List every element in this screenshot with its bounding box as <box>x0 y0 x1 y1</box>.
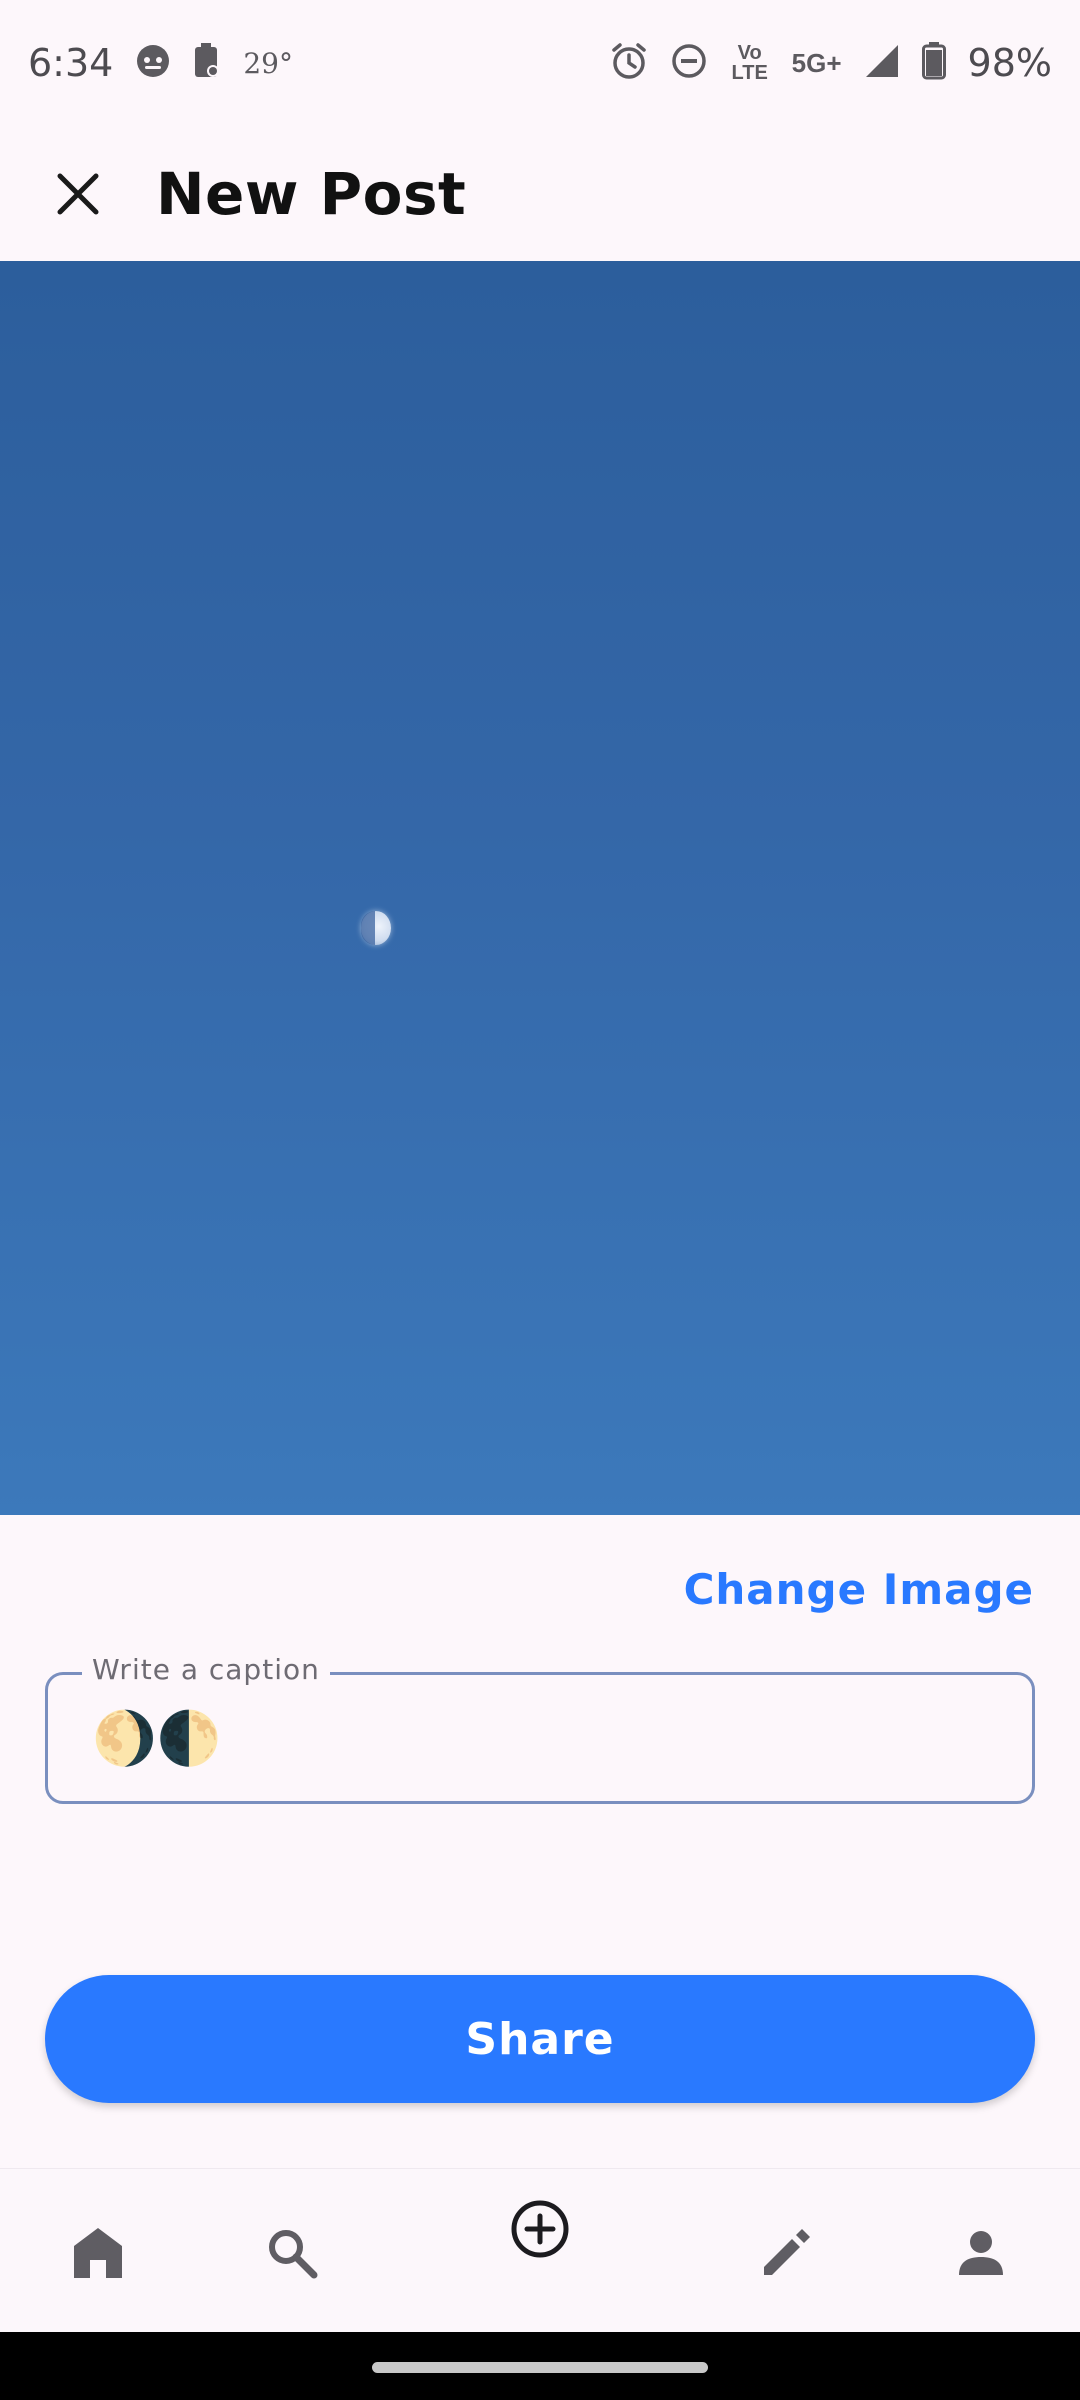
home-indicator[interactable] <box>372 2362 708 2373</box>
battery-saver-icon <box>193 42 221 84</box>
nav-profile[interactable] <box>941 2213 1021 2293</box>
add-circle-icon <box>511 2200 569 2258</box>
moon-shadow <box>361 911 375 945</box>
signal-icon <box>864 43 900 84</box>
search-icon <box>269 2230 318 2279</box>
network-5g-label: 5G+ <box>791 48 842 78</box>
change-image-button[interactable]: Change Image <box>684 1565 1034 1614</box>
alarm-icon <box>610 42 648 85</box>
nav-search[interactable] <box>252 2213 332 2293</box>
close-button[interactable] <box>30 146 126 242</box>
home-icon <box>74 2228 122 2278</box>
page-title: New Post <box>156 159 467 228</box>
close-icon <box>57 173 99 214</box>
caption-field[interactable]: Write a caption 🌖🌓 <box>45 1653 1035 1804</box>
moon-image <box>361 911 391 945</box>
status-right: Vo LTE 5G+ 98% <box>610 41 1052 85</box>
battery-icon <box>921 41 946 85</box>
image-preview <box>0 261 1080 1515</box>
nav-home[interactable] <box>58 2213 138 2293</box>
share-button[interactable]: Share <box>45 1975 1035 2103</box>
nav-edit[interactable] <box>746 2213 826 2293</box>
system-navigation-bar <box>0 2332 1080 2400</box>
status-left: 6:34 29° <box>28 41 293 85</box>
caption-input[interactable]: 🌖🌓 <box>92 1711 222 1767</box>
bottom-navigation <box>0 2168 1080 2332</box>
status-bar: 6:34 29° Vo LTE 5G+ 98% <box>0 0 1080 126</box>
edit-icon <box>764 2229 810 2275</box>
app-bar: New Post <box>0 126 1080 261</box>
status-time: 6:34 <box>28 41 114 85</box>
do-not-disturb-icon <box>670 42 708 85</box>
status-temperature: 29° <box>243 46 293 80</box>
volte-label: Vo LTE <box>731 42 768 84</box>
face-icon <box>135 43 171 84</box>
nav-add-post[interactable] <box>500 2189 580 2269</box>
caption-label: Write a caption <box>82 1653 330 1686</box>
person-icon <box>959 2231 1003 2275</box>
battery-percentage: 98% <box>967 41 1052 85</box>
